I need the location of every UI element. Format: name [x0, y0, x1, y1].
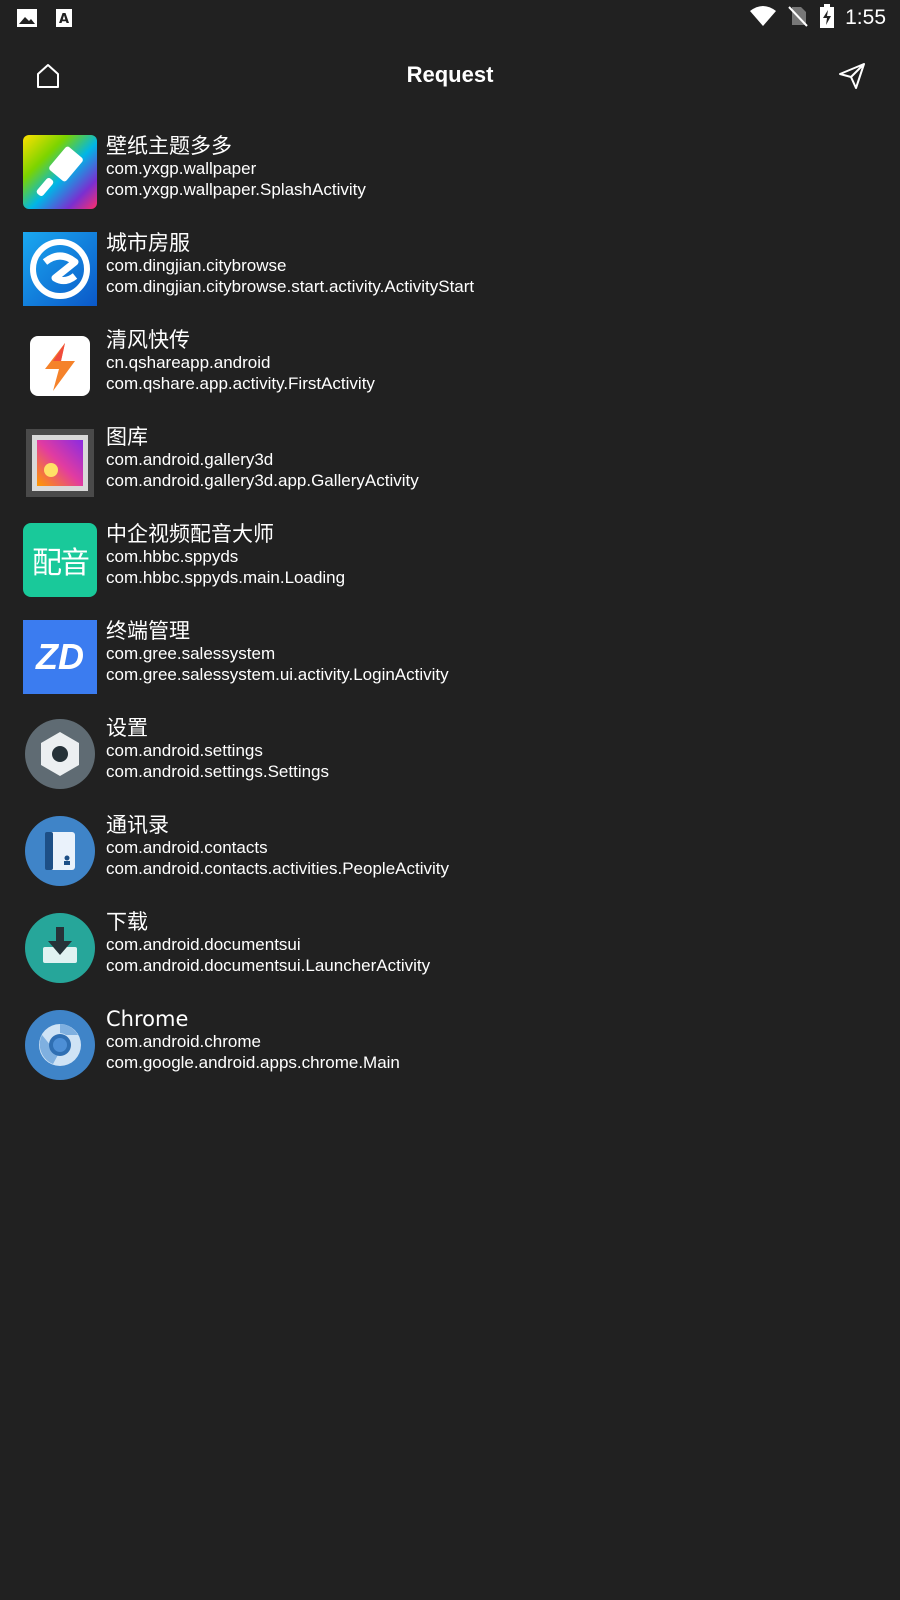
list-item[interactable]: ZD 终端管理 com.gree.salessystem com.gree.sa… [0, 615, 900, 712]
app-package: com.gree.salessystem [106, 644, 276, 663]
send-button[interactable] [832, 56, 872, 96]
app-package: com.android.contacts [106, 838, 268, 857]
battery-charging-icon [819, 4, 835, 32]
app-package: cn.qshareapp.android [106, 353, 271, 372]
app-activity: com.yxgp.wallpaper.SplashActivity [106, 180, 366, 199]
downloads-app-icon [23, 911, 97, 985]
app-package: com.hbbc.sppyds [106, 547, 239, 566]
app-name: 中企视频配音大师 [106, 522, 274, 546]
app-package: com.dingjian.citybrowse [106, 256, 287, 275]
settings-app-icon [23, 717, 97, 791]
list-item[interactable]: 通讯录 com.android.contacts com.android.con… [0, 809, 900, 906]
app-activity: com.android.settings.Settings [106, 762, 330, 781]
image-notification-icon [16, 7, 38, 33]
list-item[interactable]: Chrome com.android.chrome com.google.and… [0, 1003, 900, 1100]
list-item[interactable]: 城市房服 com.dingjian.citybrowse com.dingjia… [0, 227, 900, 324]
app-activity: com.android.gallery3d.app.GalleryActivit… [106, 471, 419, 490]
text-notification-icon: A [54, 7, 76, 33]
app-name: 终端管理 [106, 619, 190, 643]
send-icon [839, 63, 865, 89]
app-activity: com.google.android.apps.chrome.Main [106, 1053, 400, 1072]
app-activity: com.android.contacts.activities.PeopleAc… [106, 859, 449, 878]
gallery-app-icon [23, 426, 97, 500]
app-name: 下载 [106, 910, 148, 934]
terminal-management-app-icon: ZD [23, 620, 97, 694]
list-item[interactable]: 清风快传 cn.qshareapp.android com.qshare.app… [0, 324, 900, 421]
app-name: 设置 [106, 716, 148, 740]
zd-icon-text: ZD [36, 636, 84, 677]
app-package: com.android.gallery3d [106, 450, 274, 469]
app-activity: com.android.documentsui.LauncherActivity [106, 956, 431, 975]
app-toolbar: Request [0, 44, 900, 108]
app-name: 城市房服 [106, 231, 190, 255]
chrome-app-icon [23, 1008, 97, 1082]
status-bar: A 1:55 [0, 0, 900, 36]
app-name: Chrome [106, 1007, 189, 1031]
app-name: 清风快传 [106, 328, 190, 352]
list-item[interactable]: 设置 com.android.settings com.android.sett… [0, 712, 900, 809]
status-time: 1:55 [845, 6, 886, 29]
wifi-icon [749, 5, 777, 31]
app-activity: com.hbbc.sppyds.main.Loading [106, 568, 346, 587]
city-house-app-icon [23, 232, 97, 306]
app-list: 壁纸主题多多 com.yxgp.wallpaper com.yxgp.wallp… [0, 130, 900, 1100]
no-sim-icon [787, 5, 809, 31]
app-name: 通讯录 [106, 813, 169, 837]
app-name: 图库 [106, 425, 148, 449]
contacts-app-icon [23, 814, 97, 888]
svg-text:A: A [59, 12, 69, 27]
app-activity: com.qshare.app.activity.FirstActivity [106, 374, 375, 393]
page-title: Request [406, 62, 494, 87]
dubbing-icon-text: 配音 [32, 546, 90, 581]
list-item[interactable]: 壁纸主题多多 com.yxgp.wallpaper com.yxgp.wallp… [0, 130, 900, 227]
wallpaper-app-icon [23, 135, 97, 209]
app-name: 壁纸主题多多 [106, 134, 232, 158]
dubbing-app-icon: 配音 [23, 523, 97, 597]
app-package: com.android.settings [106, 741, 263, 760]
list-item[interactable]: 图库 com.android.gallery3d com.android.gal… [0, 421, 900, 518]
app-package: com.android.documentsui [106, 935, 301, 954]
list-item[interactable]: 配音 中企视频配音大师 com.hbbc.sppyds com.hbbc.spp… [0, 518, 900, 615]
list-item[interactable]: 下载 com.android.documentsui com.android.d… [0, 906, 900, 1003]
app-package: com.android.chrome [106, 1032, 261, 1051]
app-activity: com.dingjian.citybrowse.start.activity.A… [106, 277, 475, 296]
qshare-app-icon [23, 329, 97, 403]
app-activity: com.gree.salessystem.ui.activity.LoginAc… [106, 665, 449, 684]
app-package: com.yxgp.wallpaper [106, 159, 257, 178]
